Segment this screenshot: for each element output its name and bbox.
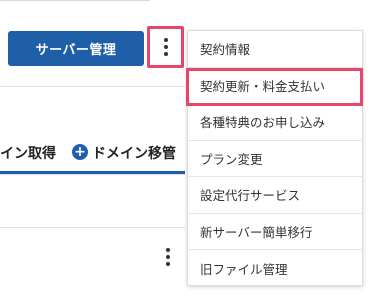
more-options-button[interactable] bbox=[147, 26, 184, 68]
server-management-button[interactable]: サーバー管理 bbox=[8, 31, 144, 66]
plus-circle-icon: + bbox=[72, 144, 88, 160]
menu-item-contract-info[interactable]: 契約情報 bbox=[188, 31, 362, 68]
row-divider bbox=[0, 227, 185, 228]
menu-item-contract-renewal-payment[interactable]: 契約更新・料金支払い bbox=[188, 68, 362, 104]
tab-domain-transfer[interactable]: ドメイン移管 bbox=[92, 143, 176, 163]
menu-item-plan-change[interactable]: プラン変更 bbox=[188, 141, 362, 177]
section-divider bbox=[0, 86, 185, 87]
menu-item-benefits-application[interactable]: 各種特典のお申し込み bbox=[188, 104, 362, 141]
kebab-vertical-icon bbox=[163, 38, 168, 56]
row-more-options-icon[interactable] bbox=[166, 248, 170, 266]
tab-divider bbox=[0, 174, 185, 175]
menu-item-legacy-file-manager[interactable]: 旧ファイル管理 bbox=[188, 250, 362, 287]
menu-item-setup-service[interactable]: 設定代行サービス bbox=[188, 177, 362, 214]
top-divider bbox=[0, 0, 150, 1]
dropdown-menu: 契約情報 契約更新・料金支払い 各種特典のお申し込み プラン変更 設定代行サービ… bbox=[187, 30, 363, 286]
tab-domain-acquisition[interactable]: イン取得 bbox=[0, 143, 56, 163]
menu-item-server-migration[interactable]: 新サーバー簡単移行 bbox=[188, 214, 362, 250]
